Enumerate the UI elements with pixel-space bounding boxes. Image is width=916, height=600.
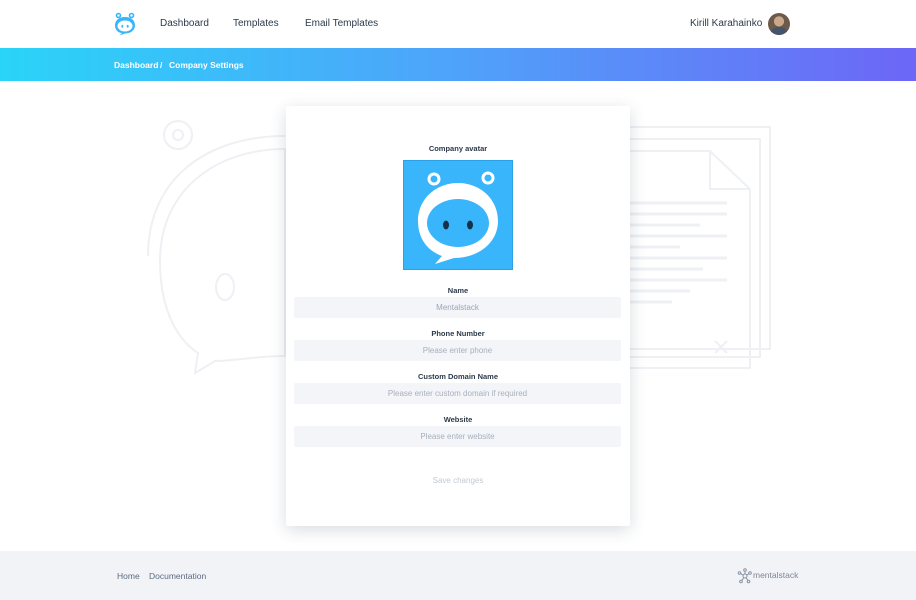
footer-link-home[interactable]: Home	[117, 571, 140, 581]
robot-avatar-icon	[418, 171, 498, 264]
page-banner: Dashboard / Company Settings	[0, 48, 916, 81]
breadcrumb-company-settings: Company Settings	[169, 60, 244, 70]
user-avatar[interactable]	[768, 13, 790, 35]
nav-dashboard[interactable]: Dashboard	[160, 18, 209, 29]
company-avatar-label: Company avatar	[428, 144, 488, 153]
network-nodes-icon	[737, 568, 752, 584]
robot-logo-icon[interactable]	[113, 12, 137, 36]
nav-templates[interactable]: Templates	[233, 18, 279, 29]
website-input[interactable]	[294, 426, 621, 447]
name-label: Name	[447, 286, 469, 295]
phone-label: Phone Number	[431, 329, 485, 338]
name-input[interactable]	[294, 297, 621, 318]
phone-input[interactable]	[294, 340, 621, 361]
company-settings-card: Company avatar Name Phone Number Custom …	[286, 106, 630, 526]
breadcrumb-dashboard[interactable]: Dashboard	[114, 60, 158, 70]
domain-label: Custom Domain Name	[417, 372, 498, 381]
brand-name: mentalstack	[753, 570, 799, 580]
company-avatar-upload[interactable]	[403, 160, 513, 270]
domain-input[interactable]	[294, 383, 621, 404]
user-name[interactable]: Kirill Karahainko	[690, 18, 762, 29]
top-navigation: Dashboard Templates Email Templates Kiri…	[0, 0, 916, 48]
save-changes-button[interactable]: Save changes	[408, 472, 508, 488]
nav-email-templates[interactable]: Email Templates	[305, 18, 378, 29]
footer-link-documentation[interactable]: Documentation	[149, 571, 206, 581]
breadcrumb-separator: /	[160, 60, 163, 70]
website-label: Website	[443, 415, 473, 424]
footer-brand[interactable]: mentalstack	[737, 568, 807, 584]
footer: Home Documentation mentalstack	[0, 551, 916, 600]
